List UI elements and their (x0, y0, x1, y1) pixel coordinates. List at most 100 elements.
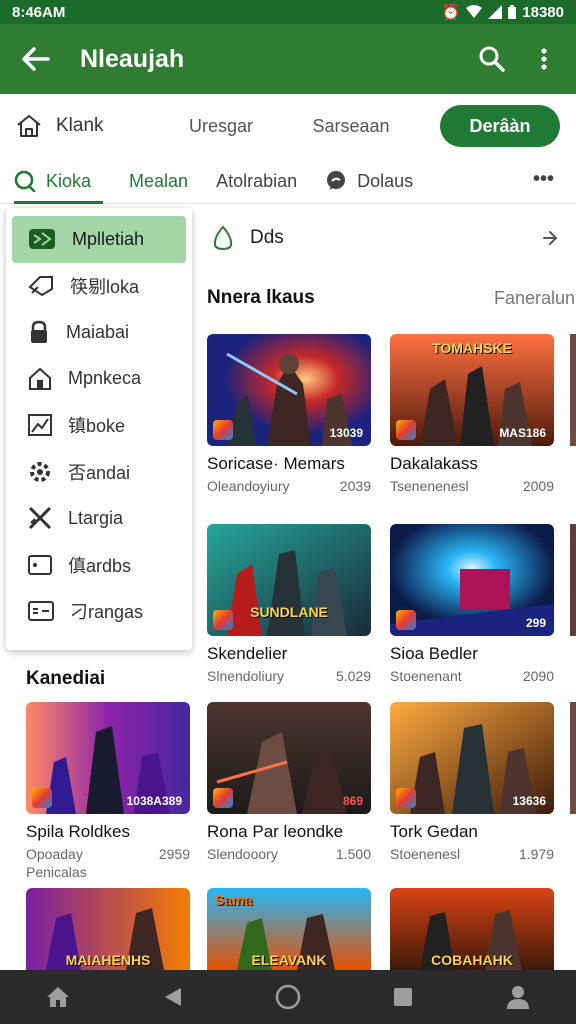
menu-item-3[interactable]: Maiabai (6, 309, 192, 356)
chip-3[interactable]: Sarseaan (286, 116, 416, 137)
menu-item-4[interactable]: Mpnkeca (6, 356, 192, 403)
game-subtitle: Stoenenesl (390, 846, 461, 862)
game-card[interactable]: 1038A389 Spila Roldkes Opoaday 2959 Peni… (26, 702, 190, 880)
swords-icon (28, 507, 52, 530)
game-subtitle: Slendooory (207, 846, 278, 862)
section-title-1: Nnera lkaus (207, 287, 315, 308)
category-dropdown-menu: Mplletiah 筷剔loka Maiabai Mpnkeca 镇boke 否… (6, 208, 192, 650)
game-card[interactable]: 869 Rona Par leondke Slendooory 1.500 (207, 702, 371, 862)
game-thumbnail-partial[interactable] (570, 334, 576, 446)
more-options-button[interactable] (518, 24, 570, 94)
game-value: 2090 (522, 668, 554, 684)
game-card[interactable]: 13636 Tork Gedan Stoenenesl 1.979 (390, 702, 554, 862)
game-thumbnail-partial[interactable] (570, 524, 576, 636)
game-card[interactable]: COBAHAHK (390, 888, 554, 970)
tablet-icon (28, 554, 52, 575)
menu-item-7[interactable]: Ltargia (6, 495, 192, 542)
game-card[interactable]: Sama ELEAVANK (207, 888, 371, 970)
search-button[interactable] (466, 24, 518, 94)
status-time: 8:46AM (12, 3, 66, 21)
alarm-icon: ⏰ (441, 4, 461, 21)
menu-item-9[interactable]: 刁rangas (6, 588, 192, 635)
chip-2[interactable]: Uresgar (156, 116, 286, 137)
tab-kioka[interactable]: Kioka (14, 158, 104, 204)
game-subtitle: Tsenenenesl (390, 478, 469, 494)
tab-dolaus[interactable]: Dolaus (325, 158, 413, 204)
game-title: Rona Par leondke (207, 822, 344, 841)
tab-label: Dolaus (357, 170, 414, 191)
thumbnail-label: 1038A389 (126, 794, 182, 808)
app-badge-icon (213, 420, 233, 440)
section-more-link[interactable]: Faneralun (494, 288, 576, 309)
game-thumbnail-partial[interactable] (570, 702, 576, 814)
nav-home-button[interactable] (28, 970, 88, 1024)
gear-icon (30, 461, 50, 482)
signal-icon (488, 5, 503, 19)
chip-home[interactable]: Klank (16, 114, 156, 138)
circle-icon (275, 984, 301, 1010)
nav-circle-home-button[interactable] (258, 970, 318, 1024)
house-icon (29, 367, 51, 390)
app-bar: Nleaujah (0, 24, 576, 94)
arrow-right-icon (543, 231, 558, 245)
game-value: 1.500 (335, 846, 371, 862)
game-thumbnail: Sama ELEAVANK (207, 888, 371, 970)
tab-mealan[interactable]: Mealan (129, 158, 188, 204)
game-meta: Tsenenenesl 2009 (390, 478, 554, 494)
featured-row[interactable]: Dds (196, 212, 576, 264)
app-badge-icon (213, 610, 233, 630)
game-thumbnail: 299 (390, 524, 554, 636)
game-card[interactable]: SUNDLANE Skendelier Slnendoliury 5.029 (207, 524, 371, 684)
game-meta: Slendooory 1.500 (207, 846, 371, 862)
chip-home-label: Klank (56, 115, 104, 136)
nav-back-button[interactable] (143, 970, 203, 1024)
game-thumbnail: COBAHAHK (390, 888, 554, 970)
menu-item-5[interactable]: 镇boke (6, 402, 192, 449)
section-title-2: Kanediai (26, 668, 106, 689)
game-thumbnail: 13636 (390, 702, 554, 814)
search-tab-icon (14, 170, 36, 192)
game-meta: Slnendoliury 5.029 (207, 668, 371, 684)
game-value: 2009 (522, 478, 554, 494)
menu-item-8[interactable]: 傎ardbs (6, 542, 192, 589)
nav-profile-button[interactable] (488, 970, 548, 1024)
game-title: Skendelier (207, 644, 288, 663)
app-badge-icon (396, 788, 416, 808)
menu-item-label: Mplletiah (72, 228, 145, 249)
menu-item-label: Ltargia (68, 507, 124, 528)
tab-atolrabian[interactable]: Atolrabian (216, 158, 297, 204)
featured-label: Dds (250, 227, 284, 248)
nav-recents-button[interactable] (373, 970, 433, 1024)
back-button[interactable] (0, 24, 70, 94)
more-vert-icon (541, 48, 547, 70)
menu-item-6[interactable]: 否andai (6, 449, 192, 496)
game-title: Soricase· Memars (207, 454, 345, 473)
thumbnail-label: 13636 (512, 794, 546, 808)
game-card[interactable]: 13039 Soricase· Memars Oleandoyiury 2039 (207, 334, 371, 494)
game-card[interactable]: MAIAHENHS (26, 888, 190, 970)
tabs-more-button[interactable]: ••• (533, 168, 554, 191)
filter-chip-row: Klank Uresgar Sarseaan Derâàn (0, 94, 576, 158)
app-badge-icon (213, 788, 233, 808)
menu-item-mplletiah[interactable]: Mplletiah (12, 216, 186, 263)
game-meta: Stoenenant 2090 (390, 668, 554, 684)
page-title: Nleaujah (80, 44, 185, 73)
game-subtitle-2: Penicalas (26, 864, 87, 880)
game-thumbnail: TOMAHSKE MAS186 (390, 334, 554, 446)
thumbnail-banner: TOMAHSKE (432, 340, 512, 356)
person-icon (507, 986, 530, 1009)
game-title: Tork Gedan (390, 822, 478, 841)
game-card[interactable]: TOMAHSKE MAS186 Dakalakass Tsenenenesl 2… (390, 334, 554, 494)
game-value: 1.979 (518, 846, 554, 862)
game-card[interactable]: 299 Sioa Bedler Stoenenant 2090 (390, 524, 554, 684)
thumbnail-label: 869 (342, 794, 363, 808)
thumbnail-label: 13039 (329, 426, 363, 440)
game-meta: Opoaday 2959 (26, 846, 190, 862)
tag-icon (28, 275, 53, 296)
thumbnail-label: 299 (525, 616, 546, 630)
game-value: 5.029 (335, 668, 371, 684)
game-thumbnail: 869 (207, 702, 371, 814)
primary-chip-button[interactable]: Derâàn (440, 105, 560, 147)
menu-item-2[interactable]: 筷剔loka (6, 263, 192, 310)
menu-item-label: Maiabai (66, 321, 130, 342)
